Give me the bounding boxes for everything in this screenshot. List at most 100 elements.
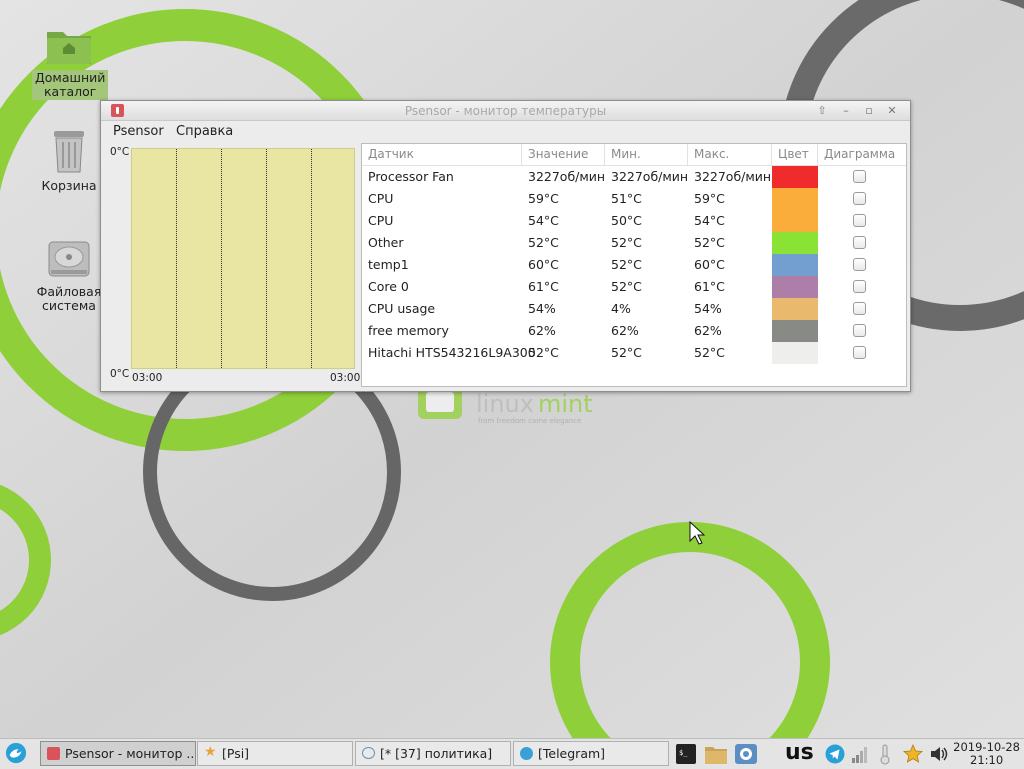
menu-help[interactable]: Справка bbox=[176, 124, 233, 139]
thermometer-icon[interactable] bbox=[877, 743, 893, 765]
column-header-value[interactable]: Значение bbox=[522, 144, 605, 165]
star-icon[interactable] bbox=[903, 743, 923, 765]
column-header-sensor[interactable]: Датчик bbox=[362, 144, 522, 165]
cell-max: 54% bbox=[694, 301, 722, 316]
color-swatch[interactable] bbox=[772, 254, 818, 276]
psensor-icon bbox=[47, 747, 60, 760]
table-row[interactable]: temp1 60°C 52°C 60°C bbox=[362, 254, 906, 276]
task-chat[interactable]: [* [37] политика] bbox=[355, 741, 511, 766]
table-row[interactable]: CPU 54°C 50°C 54°C bbox=[362, 210, 906, 232]
restore-icon[interactable]: ▫ bbox=[861, 103, 877, 118]
desktop-icon-label: Корзина bbox=[41, 178, 97, 193]
keyboard-layout-indicator[interactable]: us bbox=[785, 741, 814, 765]
column-header-min[interactable]: Мин. bbox=[605, 144, 688, 165]
cell-sensor: Hitachi HTS543216L9A300 bbox=[368, 345, 536, 360]
cell-value: 52°C bbox=[528, 345, 559, 360]
cell-max: 59°C bbox=[694, 191, 725, 206]
chart-checkbox[interactable] bbox=[853, 280, 866, 293]
clock[interactable]: 2019-10-28 21:10 bbox=[953, 741, 1020, 767]
volume-icon[interactable] bbox=[929, 743, 949, 765]
column-header-chart[interactable]: Диаграмма bbox=[818, 144, 906, 165]
table-row[interactable]: CPU 59°C 51°C 59°C bbox=[362, 188, 906, 210]
network-signal-icon[interactable] bbox=[851, 743, 869, 765]
cell-max: 62% bbox=[694, 323, 722, 338]
window-title: Psensor - монитор температуры bbox=[404, 104, 607, 118]
task-psi[interactable]: ★ [Psi] bbox=[197, 741, 353, 766]
cell-min: 62% bbox=[611, 323, 639, 338]
desktop-icon-label: Файловая bbox=[36, 284, 102, 299]
cell-min: 52°C bbox=[611, 345, 642, 360]
maximize-up-icon[interactable]: ⇧ bbox=[814, 103, 830, 118]
color-swatch[interactable] bbox=[772, 188, 818, 210]
cell-sensor: Other bbox=[368, 235, 404, 250]
browser-icon[interactable] bbox=[734, 743, 758, 765]
color-swatch[interactable] bbox=[772, 232, 818, 254]
table-row[interactable]: Processor Fan 3227об/мин 3227об/мин 3227об/… bbox=[362, 166, 906, 188]
color-swatch[interactable] bbox=[772, 320, 818, 342]
task-label: Psensor - монитор ... bbox=[65, 746, 196, 761]
cell-value: 61°C bbox=[528, 279, 559, 294]
task-psensor[interactable]: Psensor - монитор ... bbox=[40, 741, 196, 766]
chart-checkbox[interactable] bbox=[853, 236, 866, 249]
table-header: Датчик Значение Мин. Макс. Цвет Диаграмм… bbox=[362, 144, 906, 166]
svg-text:mint: mint bbox=[538, 390, 593, 418]
graph-x-right-label: 03:00 bbox=[330, 372, 361, 384]
table-row[interactable]: Hitachi HTS543216L9A300 52°C 52°C 52°C bbox=[362, 342, 906, 364]
column-header-max[interactable]: Макс. bbox=[688, 144, 772, 165]
folder-icon[interactable] bbox=[704, 743, 728, 765]
chart-checkbox[interactable] bbox=[853, 192, 866, 205]
cell-min: 52°C bbox=[611, 257, 642, 272]
cell-min: 50°C bbox=[611, 213, 642, 228]
window-titlebar[interactable]: Psensor - монитор температуры ⇧ – ▫ ✕ bbox=[101, 101, 910, 121]
cell-max: 52°C bbox=[694, 235, 725, 250]
color-swatch[interactable] bbox=[772, 210, 818, 232]
desktop-icon-filesystem[interactable]: Файловая система bbox=[32, 240, 106, 314]
cell-min: 4% bbox=[611, 301, 631, 316]
close-icon[interactable]: ✕ bbox=[884, 103, 900, 118]
graph-gridline bbox=[176, 149, 177, 368]
chart-checkbox[interactable] bbox=[853, 346, 866, 359]
cell-sensor: Core 0 bbox=[368, 279, 409, 294]
cell-min: 3227об/мин bbox=[611, 169, 689, 184]
table-row[interactable]: Other 52°C 52°C 52°C bbox=[362, 232, 906, 254]
column-header-color[interactable]: Цвет bbox=[772, 144, 818, 165]
chart-checkbox[interactable] bbox=[853, 170, 866, 183]
cell-sensor: CPU bbox=[368, 191, 394, 206]
svg-text:from freedom came elegance: from freedom came elegance bbox=[478, 417, 581, 425]
task-telegram[interactable]: [Telegram] bbox=[513, 741, 669, 766]
terminal-icon[interactable]: $_ bbox=[675, 743, 697, 765]
color-swatch[interactable] bbox=[772, 166, 818, 188]
desktop-icon-label: система bbox=[42, 298, 96, 313]
telegram-icon[interactable] bbox=[825, 743, 845, 765]
chart-checkbox[interactable] bbox=[853, 302, 866, 315]
menu-psensor[interactable]: Psensor bbox=[113, 124, 164, 139]
taskbar: Psensor - монитор ... ★ [Psi] [* [37] по… bbox=[0, 738, 1024, 769]
desktop-icon-trash[interactable]: Корзина bbox=[32, 128, 106, 194]
table-row[interactable]: Core 0 61°C 52°C 61°C bbox=[362, 276, 906, 298]
table-row[interactable]: free memory 62% 62% 62% bbox=[362, 320, 906, 342]
chart-checkbox[interactable] bbox=[853, 214, 866, 227]
desktop-icon-home[interactable]: Домашний каталог bbox=[32, 26, 109, 100]
table-row[interactable]: CPU usage 54% 4% 54% bbox=[362, 298, 906, 320]
minimize-icon[interactable]: – bbox=[838, 103, 854, 118]
color-swatch[interactable] bbox=[772, 342, 818, 364]
color-swatch[interactable] bbox=[772, 298, 818, 320]
cell-max: 52°C bbox=[694, 345, 725, 360]
sensor-table: Датчик Значение Мин. Макс. Цвет Диаграмм… bbox=[361, 143, 907, 387]
graph-plot-area bbox=[131, 148, 355, 369]
cell-max: 3227об/мин bbox=[694, 169, 772, 184]
chart-checkbox[interactable] bbox=[853, 324, 866, 337]
graph-y-bottom-label: 0°C bbox=[110, 368, 130, 380]
graph-y-top-label: 0°C bbox=[110, 146, 130, 158]
graph-gridline bbox=[266, 149, 267, 368]
cell-value: 60°C bbox=[528, 257, 559, 272]
cell-min: 52°C bbox=[611, 235, 642, 250]
svg-text:$_: $_ bbox=[679, 749, 688, 757]
graph-gridline bbox=[221, 149, 222, 368]
menu-start-icon[interactable] bbox=[4, 742, 28, 764]
cell-sensor: Processor Fan bbox=[368, 169, 454, 184]
color-swatch[interactable] bbox=[772, 276, 818, 298]
cell-sensor: temp1 bbox=[368, 257, 409, 272]
cell-sensor: CPU usage bbox=[368, 301, 436, 316]
chart-checkbox[interactable] bbox=[853, 258, 866, 271]
